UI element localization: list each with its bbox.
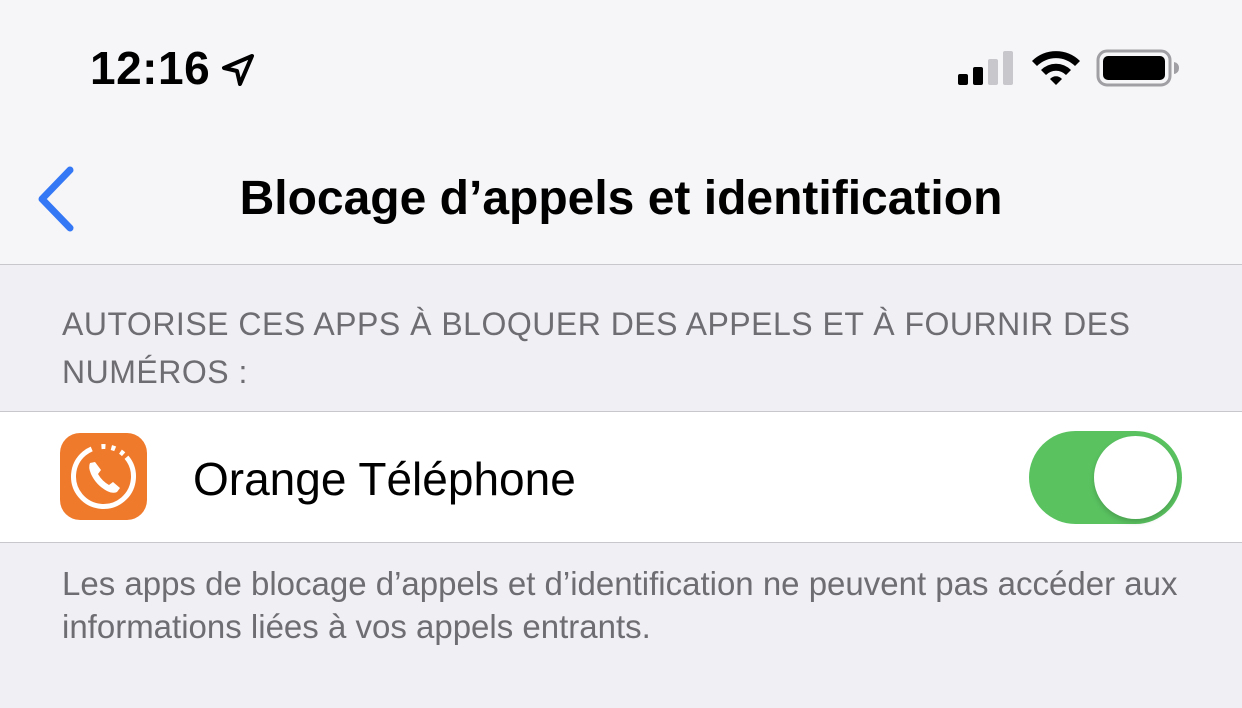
status-time: 12:16 [90, 42, 211, 94]
section-header: AUTORISE CES APPS À BLOQUER DES APPELS E… [62, 306, 1131, 390]
wifi-icon [1032, 51, 1080, 85]
app-name-label: Orange Téléphone [193, 453, 576, 505]
orange-telephone-app-icon [60, 433, 147, 520]
cellular-signal-icon [958, 51, 1013, 85]
section-footer: Les apps de blocage d’appels et d’identi… [62, 565, 1178, 645]
battery-icon [1096, 49, 1179, 87]
location-arrow-icon [222, 54, 254, 86]
list-item-orange-telephone: Orange Téléphone [0, 411, 1242, 543]
page-title: Blocage d’appels et identification [239, 172, 1003, 225]
navigation-bar: Blocage d’appels et identification [0, 130, 1242, 265]
orange-telephone-toggle[interactable] [1029, 431, 1182, 524]
toggle-knob [1094, 436, 1177, 519]
status-bar: 12:16 [0, 0, 1242, 130]
